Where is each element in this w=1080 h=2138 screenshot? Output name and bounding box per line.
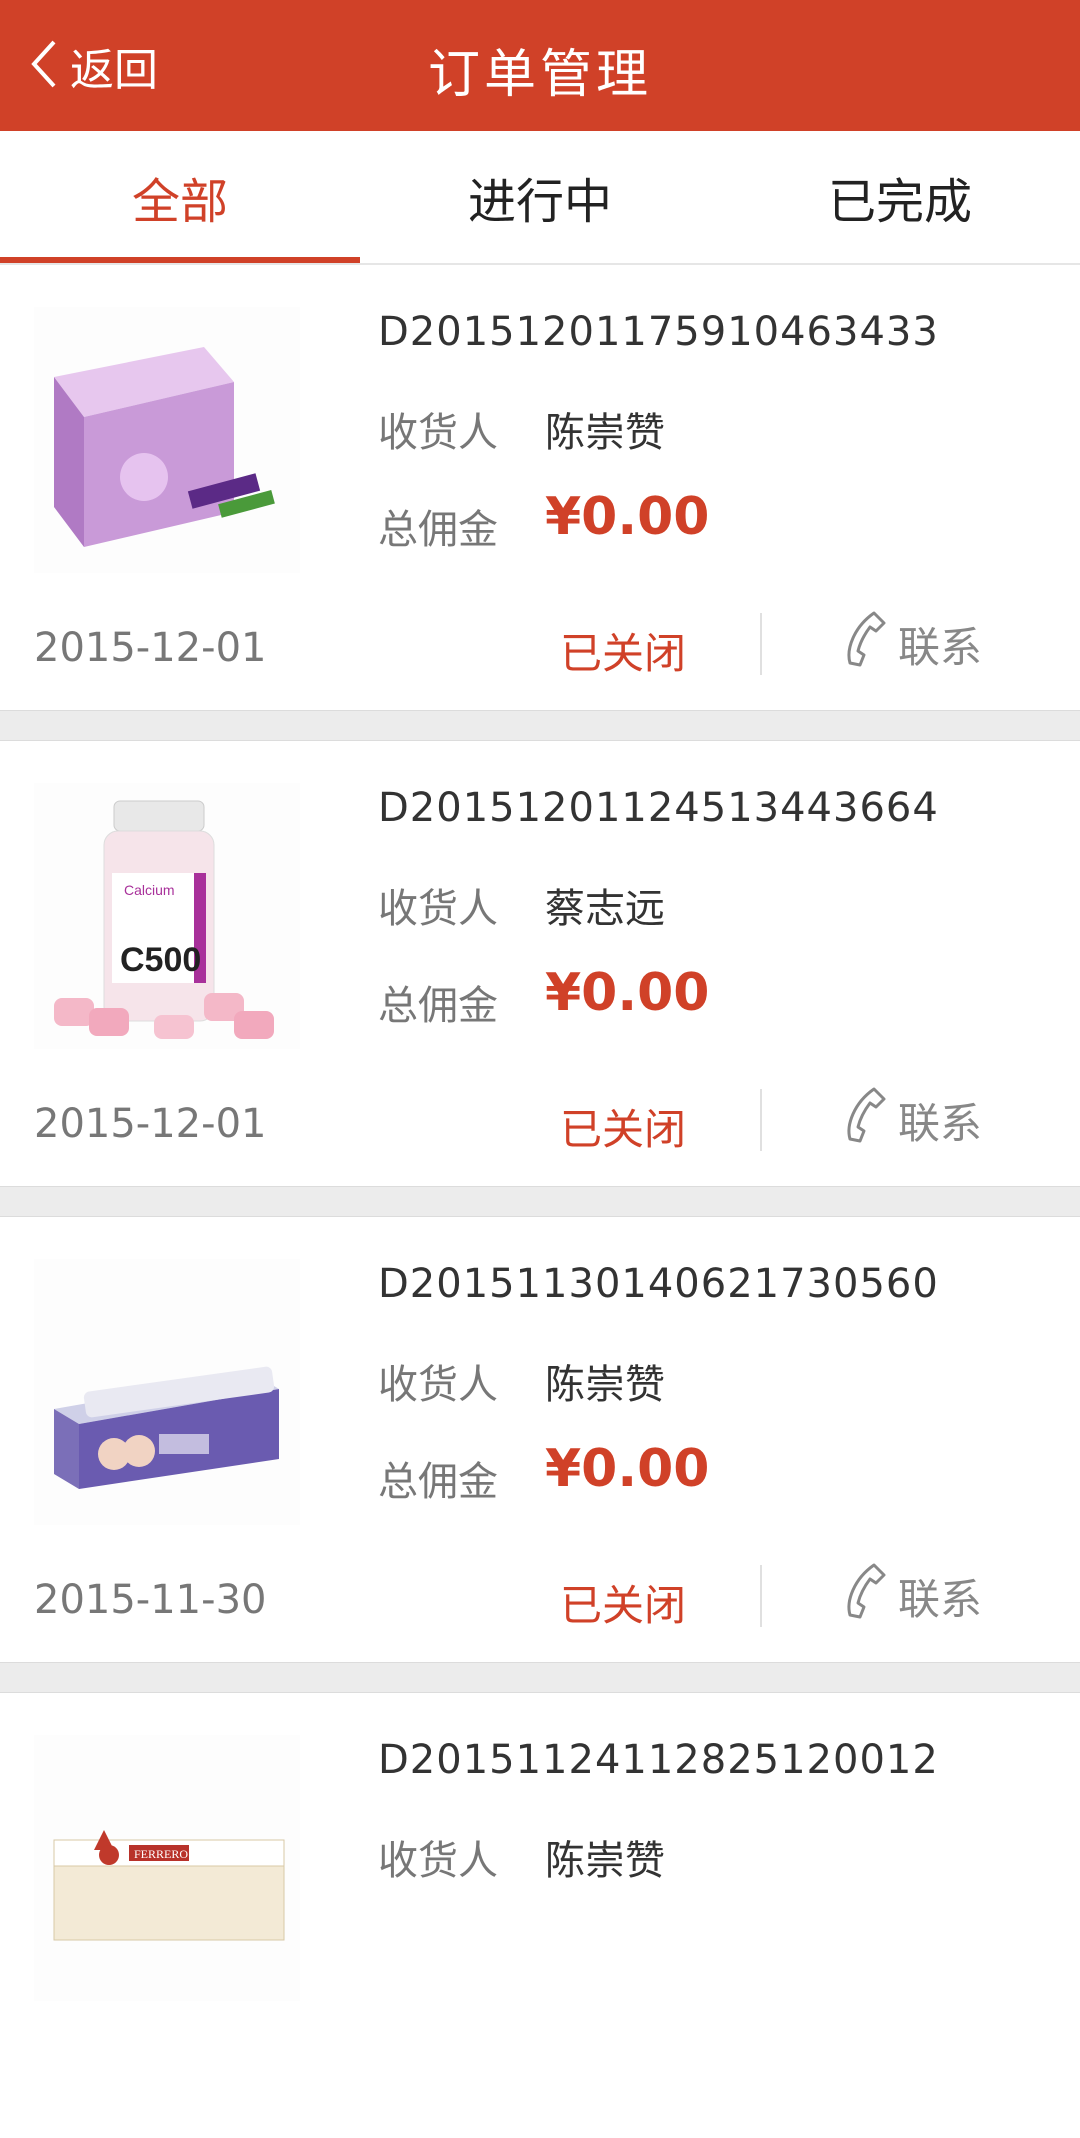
tab-label: 已完成 [827, 174, 972, 230]
order-number: D20151124112825120012 [378, 1737, 939, 1783]
order-status: 已关闭 [560, 629, 687, 678]
divider [760, 1565, 762, 1627]
order-status: 已关闭 [560, 1105, 687, 1154]
receiver-label: 收货人 [378, 1362, 498, 1408]
receiver-name: 陈崇赞 [545, 1838, 665, 1884]
commission-amount: ¥0.00 [545, 487, 710, 547]
contact-button[interactable]: 联系 [840, 611, 983, 675]
tab-bar: 全部 进行中 已完成 [0, 131, 1080, 265]
active-tab-indicator [0, 257, 360, 263]
order-number: D20151130140621730560 [378, 1261, 939, 1307]
phone-icon [840, 1085, 898, 1155]
order-card[interactable]: D20151201175910463433 收货人 陈崇赞 总佣金 ¥0.00 … [0, 265, 1080, 710]
tab-in-progress[interactable]: 进行中 [360, 131, 720, 263]
tab-label: 进行中 [467, 174, 612, 230]
tab-label: 全部 [131, 174, 228, 230]
order-card[interactable]: Calcium C500 D20151201124513443664 收货人 蔡… [0, 741, 1080, 1186]
svg-text:C500: C500 [120, 941, 201, 979]
receiver-name: 陈崇赞 [545, 1362, 665, 1408]
page-title: 订单管理 [427, 45, 652, 105]
contact-button[interactable]: 联系 [840, 1563, 983, 1627]
contact-label: 联系 [898, 622, 983, 672]
order-number: D20151201175910463433 [378, 309, 939, 355]
order-status: 已关闭 [560, 1581, 687, 1630]
divider [760, 613, 762, 675]
commission-label: 总佣金 [378, 1459, 498, 1505]
commission-amount: ¥0.00 [545, 963, 710, 1023]
card-separator [0, 1186, 1080, 1217]
product-image: Calcium C500 [34, 783, 300, 1049]
divider [760, 1089, 762, 1151]
phone-icon [840, 609, 898, 679]
contact-button[interactable]: 联系 [840, 1087, 983, 1151]
product-image [34, 1259, 300, 1525]
tab-completed[interactable]: 已完成 [720, 131, 1080, 263]
contact-label: 联系 [898, 1098, 983, 1148]
receiver-label: 收货人 [378, 1838, 498, 1884]
tab-all[interactable]: 全部 [0, 131, 360, 263]
receiver-name: 蔡志远 [545, 886, 665, 932]
commission-label: 总佣金 [378, 983, 498, 1029]
order-date: 2015-12-01 [34, 625, 267, 671]
receiver-label: 收货人 [378, 410, 498, 456]
order-number: D20151201124513443664 [378, 785, 939, 831]
order-card[interactable]: FERRERO D20151124112825120012 收货人 陈崇赞 [0, 1693, 1080, 2138]
top-app-bar: 返回 订单管理 [0, 0, 1080, 131]
receiver-label: 收货人 [378, 886, 498, 932]
product-image [34, 307, 300, 573]
receiver-name: 陈崇赞 [545, 410, 665, 456]
commission-amount: ¥0.00 [545, 1439, 710, 1499]
card-separator [0, 1662, 1080, 1693]
phone-icon [840, 1561, 898, 1631]
order-date: 2015-11-30 [34, 1577, 267, 1623]
svg-text:FERRERO: FERRERO [134, 1847, 188, 1861]
order-list: D20151201175910463433 收货人 陈崇赞 总佣金 ¥0.00 … [0, 265, 1080, 2138]
product-image: FERRERO [34, 1735, 300, 2001]
order-date: 2015-12-01 [34, 1101, 267, 1147]
contact-label: 联系 [898, 1574, 983, 1624]
card-separator [0, 710, 1080, 741]
order-card[interactable]: D20151130140621730560 收货人 陈崇赞 总佣金 ¥0.00 … [0, 1217, 1080, 1662]
svg-text:Calcium: Calcium [124, 882, 175, 898]
commission-label: 总佣金 [378, 507, 498, 553]
